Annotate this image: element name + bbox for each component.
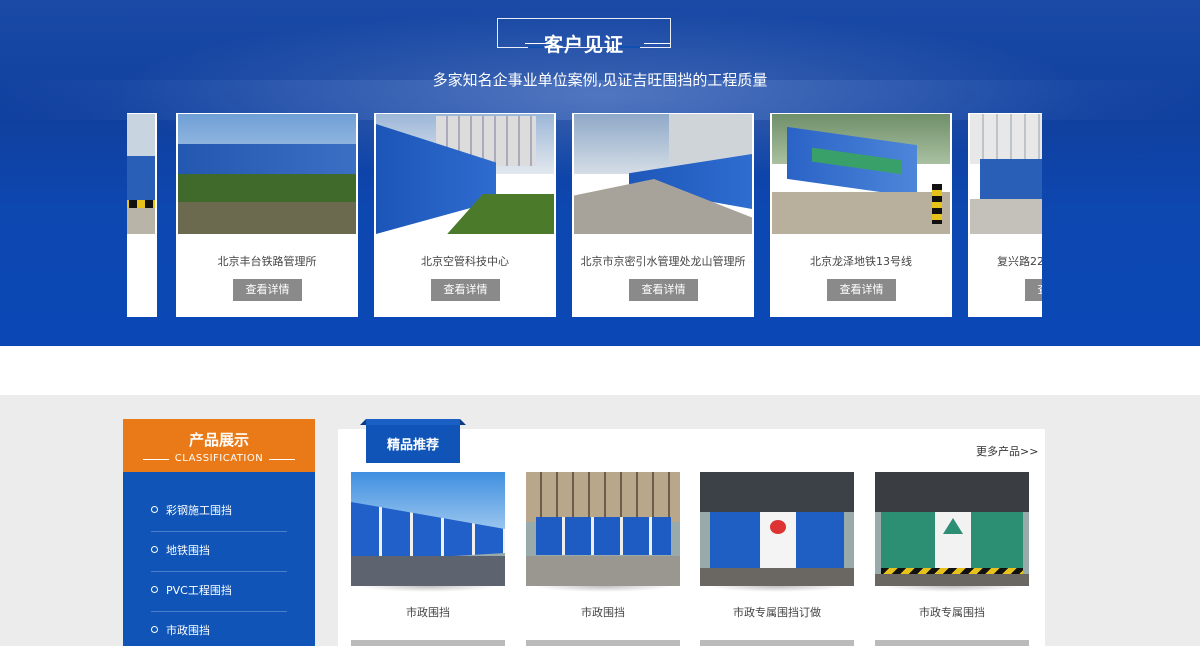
case-name: 北京丰台铁路管理所 bbox=[217, 255, 317, 268]
case-carousel[interactable]: 北京丰台铁路管理所 查看详情 北京空管科技中心 查看详情 北京市京密引水管理处龙… bbox=[127, 113, 1042, 317]
featured-tab-label: 精品推荐 bbox=[386, 438, 439, 453]
product-image-next-row[interactable] bbox=[351, 640, 505, 646]
product-image-next-row[interactable] bbox=[875, 640, 1029, 646]
case-name: 北京市京密引水管理处龙山管理所 bbox=[580, 255, 746, 268]
testimonials-section: 客户见证 多家知名企事业单位案例,见证吉旺围挡的工程质量 北京丰台铁路管理所 查… bbox=[0, 0, 1200, 346]
case-photo bbox=[376, 114, 554, 234]
circle-bullet-icon bbox=[151, 586, 158, 593]
section-subtitle: 多家知名企事业单位案例,见证吉旺围挡的工程质量 bbox=[432, 71, 768, 89]
category-item-label: 地铁围挡 bbox=[166, 544, 210, 557]
product-image bbox=[526, 472, 680, 586]
case-card-partial-left[interactable] bbox=[127, 113, 157, 317]
category-subtitle: CLASSIFICATION bbox=[123, 453, 315, 464]
case-name: 北京龙泽地铁13号线 bbox=[810, 255, 912, 268]
product-shadow bbox=[534, 586, 672, 592]
category-item-municipal[interactable]: 市政围挡 bbox=[151, 612, 287, 646]
case-name: 复兴路22 bbox=[997, 255, 1042, 268]
view-details-button[interactable]: 查看详情 bbox=[1025, 279, 1042, 301]
category-item-color-steel[interactable]: 彩钢施工围挡 bbox=[151, 492, 287, 532]
case-card[interactable]: 北京市京密引水管理处龙山管理所 查看详情 bbox=[572, 113, 754, 317]
product-image-next-row[interactable] bbox=[526, 640, 680, 646]
product-shadow bbox=[883, 586, 1021, 592]
category-item-label: 彩钢施工围挡 bbox=[166, 504, 232, 517]
product-category-sidebar: 产品展示 CLASSIFICATION 彩钢施工围挡 地铁围挡 PVC工程围挡 … bbox=[123, 419, 315, 646]
case-card-partial-right[interactable]: 复兴路22 查看详情 bbox=[968, 113, 1042, 317]
case-card[interactable]: 北京龙泽地铁13号线 查看详情 bbox=[770, 113, 952, 317]
view-details-button[interactable]: 查看详情 bbox=[827, 279, 896, 301]
category-item-label: 市政围挡 bbox=[166, 624, 210, 637]
circle-bullet-icon bbox=[151, 506, 158, 513]
featured-tab[interactable]: 精品推荐 bbox=[360, 419, 466, 463]
product-image bbox=[700, 472, 854, 586]
circle-bullet-icon bbox=[151, 546, 158, 553]
product-name: 市政围挡 bbox=[581, 606, 625, 619]
product-name: 市政专属围挡订做 bbox=[733, 606, 821, 619]
case-photo bbox=[127, 114, 155, 234]
product-image bbox=[875, 472, 1029, 586]
case-card[interactable]: 北京丰台铁路管理所 查看详情 bbox=[176, 113, 358, 317]
tab-fold-right bbox=[460, 419, 466, 425]
section-title: 客户见证 bbox=[543, 34, 624, 56]
view-details-button[interactable]: 查看详情 bbox=[233, 279, 302, 301]
product-image bbox=[351, 472, 505, 586]
case-photo bbox=[574, 114, 752, 234]
category-title: 产品展示 bbox=[188, 431, 249, 449]
category-header: 产品展示 CLASSIFICATION bbox=[123, 419, 315, 472]
view-details-button[interactable]: 查看详情 bbox=[629, 279, 698, 301]
case-photo bbox=[178, 114, 356, 234]
product-shadow bbox=[708, 586, 846, 592]
case-name: 北京空管科技中心 bbox=[421, 255, 509, 268]
product-image-next-row[interactable] bbox=[700, 640, 854, 646]
view-details-button[interactable]: 查看详情 bbox=[431, 279, 500, 301]
category-item-subway[interactable]: 地铁围挡 bbox=[151, 532, 287, 572]
case-photo bbox=[772, 114, 950, 234]
product-name: 市政专属围挡 bbox=[919, 606, 985, 619]
category-item-label: PVC工程围挡 bbox=[166, 584, 232, 597]
more-products-link[interactable]: 更多产品>> bbox=[976, 443, 1038, 459]
circle-bullet-icon bbox=[151, 626, 158, 633]
category-item-pvc[interactable]: PVC工程围挡 bbox=[151, 572, 287, 612]
case-photo bbox=[970, 114, 1042, 234]
case-card[interactable]: 北京空管科技中心 查看详情 bbox=[374, 113, 556, 317]
product-shadow bbox=[359, 586, 497, 592]
product-name: 市政围挡 bbox=[406, 606, 450, 619]
